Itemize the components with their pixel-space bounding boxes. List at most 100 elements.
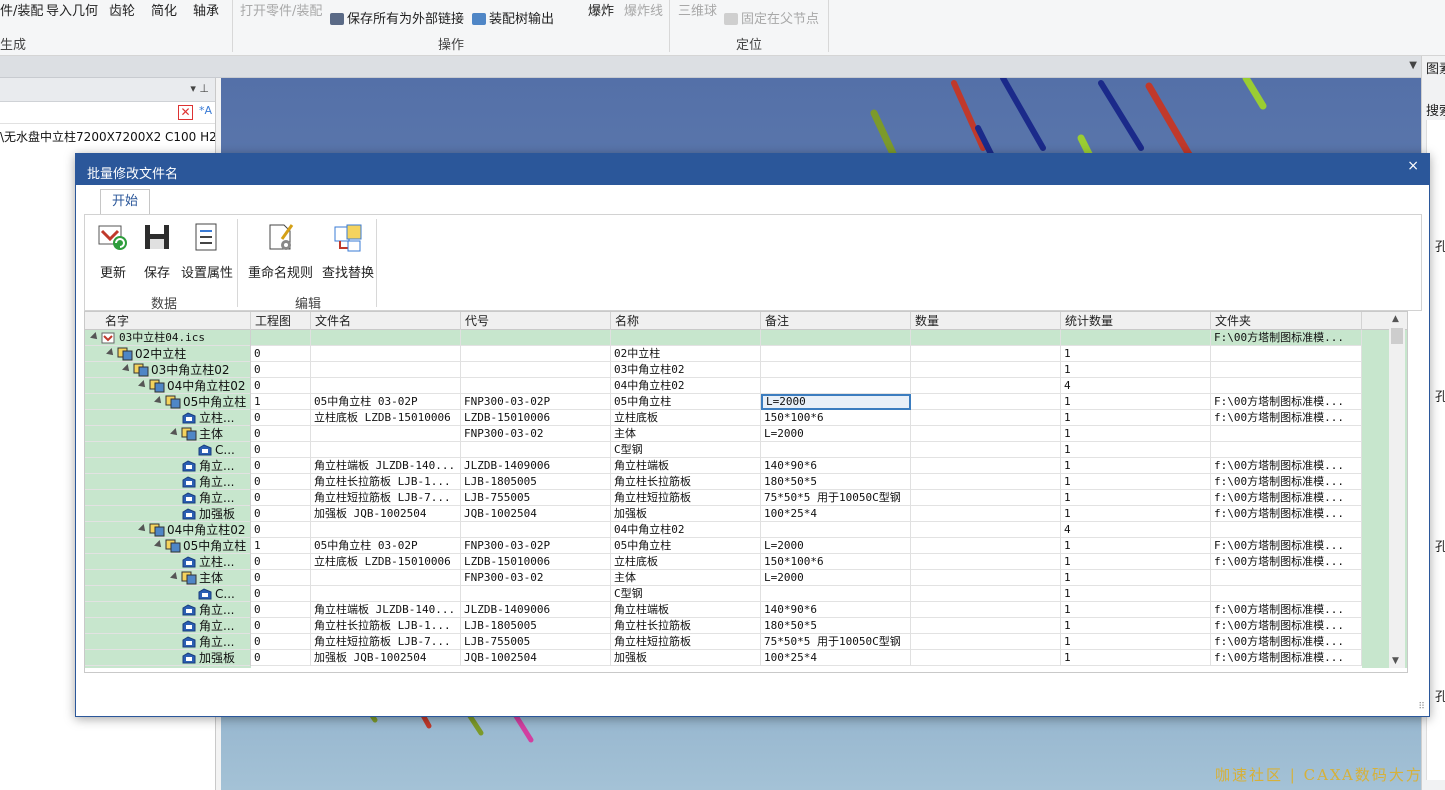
cell-note[interactable] xyxy=(761,346,911,362)
tree-node[interactable]: C... xyxy=(85,586,251,602)
ribbon-item-bearing[interactable]: 轴承 xyxy=(193,0,219,19)
cell-folder[interactable]: F:\00方塔制图标准模... xyxy=(1211,330,1362,346)
cell-title[interactable]: 05中角立柱 xyxy=(611,538,761,554)
cell-title[interactable]: 立柱底板 xyxy=(611,554,761,570)
cell-quantity[interactable] xyxy=(911,442,1061,458)
cell-folder[interactable] xyxy=(1211,570,1362,586)
cell-filename[interactable]: 加强板 JQB-1002504 xyxy=(311,506,461,522)
cell-total-quantity[interactable]: 1 xyxy=(1061,570,1211,586)
cell-note[interactable]: 75*50*5 用于10050C型钢 xyxy=(761,634,911,650)
cell-note[interactable]: 140*90*6 xyxy=(761,458,911,474)
cell-filename[interactable]: 05中角立柱 03-02P xyxy=(311,538,461,554)
tree-node[interactable]: 立柱... xyxy=(85,554,251,570)
table-row[interactable]: 05中角立柱 1 05中角立柱 03-02P FNP300-03-02P 05中角立柱 L… xyxy=(85,538,1362,554)
tree-node[interactable]: 04中角立柱02 xyxy=(85,378,251,394)
cell-total-quantity[interactable]: 1 xyxy=(1061,346,1211,362)
cell-total-quantity[interactable]: 1 xyxy=(1061,442,1211,458)
ribbon-item-explode-line[interactable]: 爆炸线 xyxy=(624,0,663,19)
cell-filename[interactable] xyxy=(311,378,461,394)
cell-note[interactable]: 100*25*4 xyxy=(761,506,911,522)
cell-drawing[interactable] xyxy=(251,330,311,346)
cell-drawing[interactable]: 0 xyxy=(251,378,311,394)
cell-total-quantity[interactable]: 1 xyxy=(1061,474,1211,490)
expand-toggle-icon[interactable] xyxy=(170,572,180,582)
cell-filename[interactable] xyxy=(311,522,461,538)
cell-folder[interactable]: f:\00方塔制图标准模... xyxy=(1211,474,1362,490)
cell-quantity[interactable] xyxy=(911,602,1061,618)
cell-folder[interactable]: f:\00方塔制图标准模... xyxy=(1211,490,1362,506)
cell-total-quantity[interactable]: 4 xyxy=(1061,522,1211,538)
cell-code[interactable]: LJB-1805005 xyxy=(461,618,611,634)
set-properties-button[interactable]: 设置属性 xyxy=(181,221,233,281)
column-header-name[interactable]: 名字 xyxy=(85,312,251,330)
cell-quantity[interactable] xyxy=(911,410,1061,426)
cell-total-quantity[interactable]: 1 xyxy=(1061,490,1211,506)
cell-drawing[interactable]: 0 xyxy=(251,410,311,426)
cell-title[interactable]: 角立柱端板 xyxy=(611,458,761,474)
cell-quantity[interactable] xyxy=(911,330,1061,346)
cell-note[interactable]: 140*90*6 xyxy=(761,602,911,618)
cell-quantity[interactable] xyxy=(911,554,1061,570)
cell-title[interactable]: 角立柱长拉筋板 xyxy=(611,618,761,634)
cell-code[interactable]: LZDB-15010006 xyxy=(461,410,611,426)
cell-quantity[interactable] xyxy=(911,474,1061,490)
cell-title[interactable]: 加强板 xyxy=(611,650,761,666)
column-header-total-quantity[interactable]: 统计数量 xyxy=(1061,312,1211,330)
table-row[interactable]: 角立... 0 角立柱长拉筋板 LJB-1... LJB-1805005 角立柱长拉筋板… xyxy=(85,618,1362,634)
table-row[interactable]: 03中角立柱02 0 03中角立柱02 1 xyxy=(85,362,1362,378)
cell-note[interactable] xyxy=(761,330,911,346)
tree-node[interactable]: 04中角立柱02 xyxy=(85,522,251,538)
column-header-drawing[interactable]: 工程图 xyxy=(251,312,311,330)
cell-folder[interactable]: F:\00方塔制图标准模... xyxy=(1211,538,1362,554)
find-replace-button[interactable]: 查找替换 xyxy=(316,221,380,281)
ribbon-item-open-part[interactable]: 打开零件/装配 xyxy=(240,0,322,19)
column-header-folder[interactable]: 文件夹 xyxy=(1211,312,1362,330)
cell-folder[interactable]: f:\00方塔制图标准模... xyxy=(1211,618,1362,634)
cell-code[interactable] xyxy=(461,330,611,346)
dialog-titlebar[interactable]: 批量修改文件名 × xyxy=(76,154,1429,185)
cell-quantity[interactable] xyxy=(911,362,1061,378)
cell-title[interactable]: 05中角立柱 xyxy=(611,394,761,410)
expand-toggle-icon[interactable] xyxy=(138,380,148,390)
table-row[interactable]: 加强板 0 加强板 JQB-1002504 JQB-1002504 加强板 100*25*… xyxy=(85,650,1362,666)
cell-code[interactable]: LJB-755005 xyxy=(461,634,611,650)
table-row[interactable]: 03中立柱04.ics F:\00方塔制图标准模... xyxy=(85,330,1362,346)
cell-quantity[interactable] xyxy=(911,346,1061,362)
tree-node[interactable]: 立柱... xyxy=(85,410,251,426)
table-row[interactable]: 加强板 0 加强板 JQB-1002504 JQB-1002504 加强板 100*25*… xyxy=(85,506,1362,522)
cell-code[interactable]: LJB-755005 xyxy=(461,490,611,506)
cell-folder[interactable] xyxy=(1211,346,1362,362)
table-row[interactable]: 05中角立柱 1 05中角立柱 03-02P FNP300-03-02P 05中角立柱 L… xyxy=(85,394,1362,410)
dropdown-arrow-icon[interactable]: ▼ xyxy=(1409,60,1417,71)
ribbon-item-3d-ball[interactable]: 三维球 xyxy=(678,0,717,19)
cell-total-quantity[interactable]: 1 xyxy=(1061,506,1211,522)
cell-drawing[interactable]: 1 xyxy=(251,538,311,554)
tree-node[interactable]: 加强板 xyxy=(85,650,251,666)
cell-code[interactable]: FNP300-03-02 xyxy=(461,426,611,442)
cell-quantity[interactable] xyxy=(911,570,1061,586)
cell-quantity[interactable] xyxy=(911,458,1061,474)
cell-total-quantity[interactable] xyxy=(1061,330,1211,346)
cell-drawing[interactable]: 0 xyxy=(251,362,311,378)
cell-quantity[interactable] xyxy=(911,538,1061,554)
cell-quantity[interactable] xyxy=(911,394,1061,410)
cell-total-quantity[interactable]: 1 xyxy=(1061,634,1211,650)
expand-toggle-icon[interactable] xyxy=(90,332,100,342)
tree-node[interactable]: 主体 xyxy=(85,426,251,442)
cell-note[interactable] xyxy=(761,586,911,602)
cell-total-quantity[interactable]: 1 xyxy=(1061,586,1211,602)
table-row[interactable]: 04中角立柱02 0 04中角立柱02 4 xyxy=(85,378,1362,394)
cell-quantity[interactable] xyxy=(911,426,1061,442)
cell-quantity[interactable] xyxy=(911,522,1061,538)
cell-drawing[interactable]: 1 xyxy=(251,394,311,410)
cell-drawing[interactable]: 0 xyxy=(251,506,311,522)
table-row[interactable]: 立柱... 0 立柱底板 LZDB-15010006 LZDB-15010006 立柱底… xyxy=(85,410,1362,426)
cell-title[interactable]: 角立柱短拉筋板 xyxy=(611,634,761,650)
cell-note[interactable] xyxy=(761,362,911,378)
cell-drawing[interactable]: 0 xyxy=(251,490,311,506)
cell-filename[interactable]: 角立柱长拉筋板 LJB-1... xyxy=(311,474,461,490)
cell-total-quantity[interactable]: 1 xyxy=(1061,426,1211,442)
tree-node[interactable]: 03中角立柱02 xyxy=(85,362,251,378)
ribbon-item-gear[interactable]: 齿轮 xyxy=(109,0,135,19)
cell-filename[interactable]: 立柱底板 LZDB-15010006 xyxy=(311,554,461,570)
